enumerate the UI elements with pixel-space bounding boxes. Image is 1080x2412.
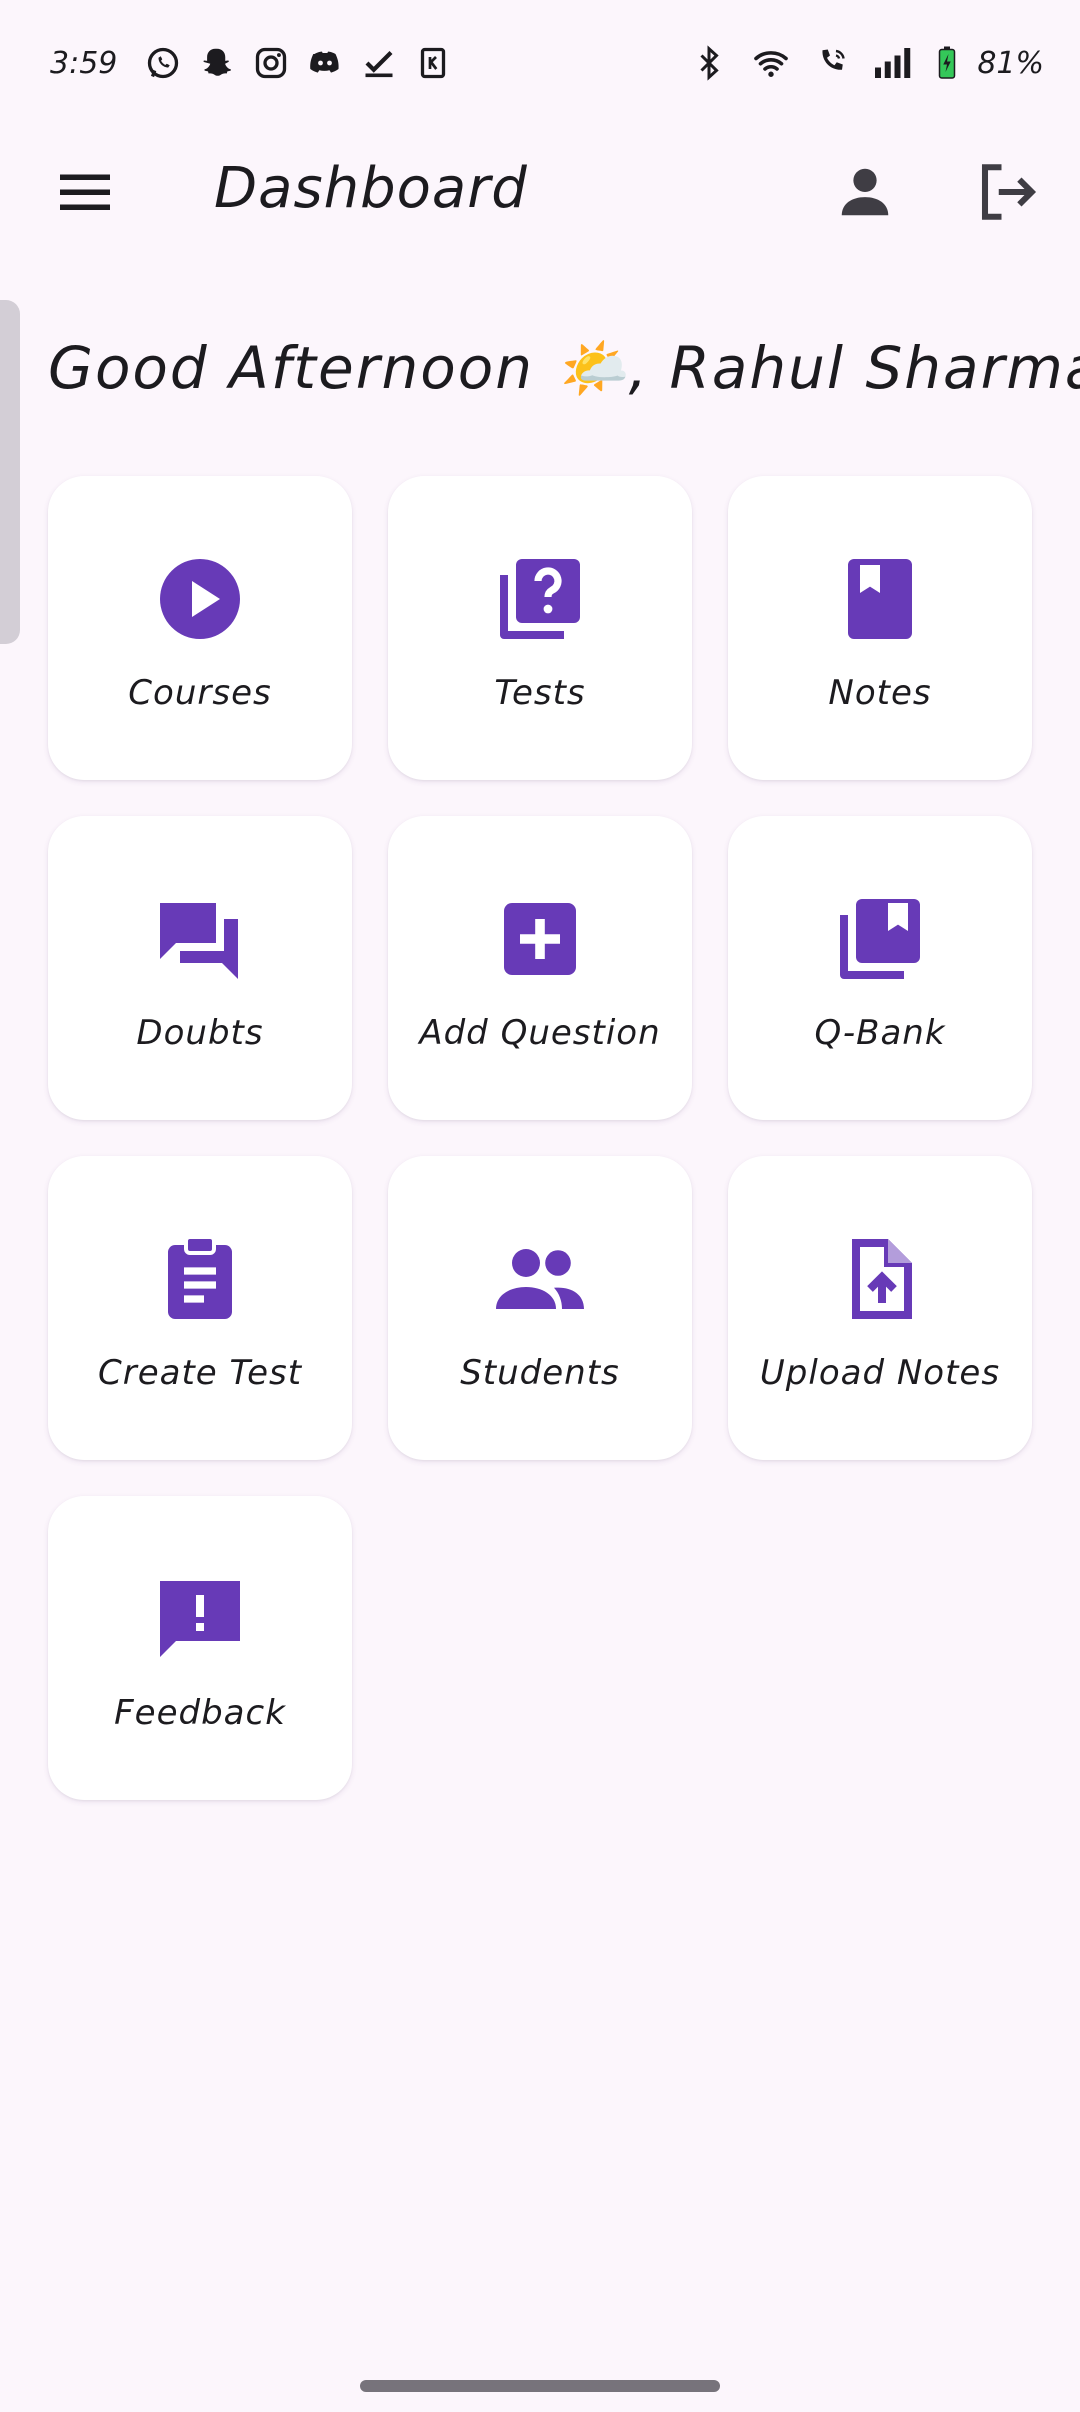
tile-label: Upload Notes [759,1353,1001,1393]
greeting-text: Good Afternoon 🌤️, Rahul Sharma [48,334,1080,402]
status-right: 81% [691,45,1044,81]
tile-label: Add Question [419,1013,661,1053]
tile-doubts[interactable]: Doubts [48,816,352,1120]
forum-icon [152,891,248,987]
wifi-icon [745,45,797,81]
check-icon [361,45,397,81]
status-bar: 3:59 81% [0,0,1080,126]
k-app-icon [415,45,451,81]
tile-label: Q-Bank [814,1013,946,1053]
play-circle-icon [152,551,248,647]
status-left: 3:59 [50,45,451,81]
battery-percent: 81% [977,45,1044,81]
tile-label: Tests [494,673,586,713]
tile-label: Courses [128,673,272,713]
tile-label: Students [460,1353,620,1393]
snapchat-icon [199,45,235,81]
signal-icon [869,45,917,81]
whatsapp-icon [145,45,181,81]
dashboard-grid: Courses Tests Notes Doubts Add Question [48,476,1032,1800]
profile-button[interactable] [820,152,910,232]
add-box-icon [492,891,588,987]
tile-create-test[interactable]: Create Test [48,1156,352,1460]
tile-upload-notes[interactable]: Upload Notes [728,1156,1032,1460]
book-icon [832,551,928,647]
menu-icon [55,162,115,222]
page-title: Dashboard [214,156,528,221]
tile-q-bank[interactable]: Q-Bank [728,816,1032,1120]
tile-label: Notes [828,673,932,713]
library-books-icon [832,891,928,987]
gesture-navigation-bar[interactable] [360,2380,720,2392]
edge-panel-handle[interactable] [0,300,20,644]
dashboard-screen: 3:59 81% Dashboard Good Afternoon 🌤️, Ra… [0,0,1080,2412]
tile-add-question[interactable]: Add Question [388,816,692,1120]
logout-button[interactable] [962,152,1052,232]
discord-icon [307,45,343,81]
tile-tests[interactable]: Tests [388,476,692,780]
bluetooth-icon [691,45,727,81]
menu-button[interactable] [40,156,130,228]
tile-feedback[interactable]: Feedback [48,1496,352,1800]
tile-students[interactable]: Students [388,1156,692,1460]
app-bar: Dashboard [0,126,1080,256]
tile-courses[interactable]: Courses [48,476,352,780]
tile-notes[interactable]: Notes [728,476,1032,780]
assignment-icon [152,1231,248,1327]
tile-label: Feedback [114,1693,286,1733]
feedback-icon [152,1571,248,1667]
person-icon [834,161,896,223]
instagram-icon [253,45,289,81]
wifi-call-icon [815,45,851,81]
battery-charging-icon [935,45,959,81]
logout-icon [974,159,1040,225]
upload-file-icon [832,1231,928,1327]
people-icon [492,1231,588,1327]
tile-label: Doubts [136,1013,264,1053]
quiz-icon [492,551,588,647]
tile-label: Create Test [97,1353,303,1393]
status-time: 3:59 [50,45,118,81]
